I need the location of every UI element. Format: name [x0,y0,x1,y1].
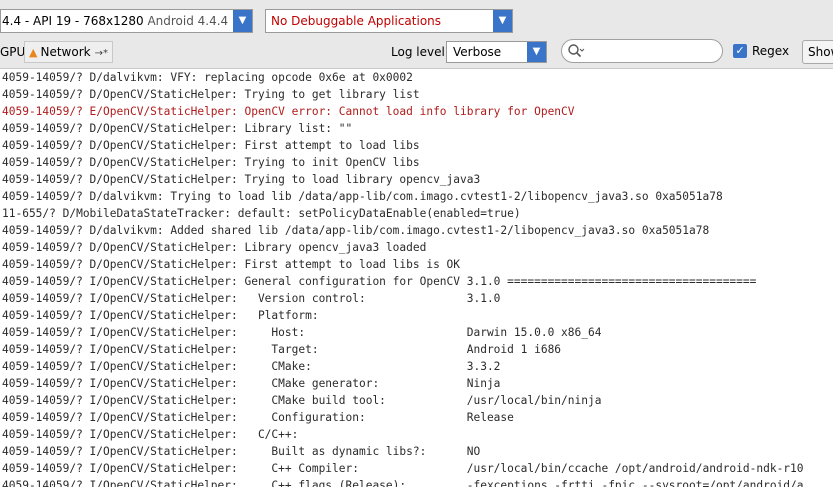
chevron-down-icon[interactable]: ▼ [233,10,252,32]
log-line: 4059-14059/? I/OpenCV/StaticHelper: Plat… [2,309,319,322]
search-icon [568,44,585,58]
network-icon: ▲ [29,46,38,59]
chevron-down-icon[interactable]: ▼ [493,10,512,32]
log-line: 4059-14059/? I/OpenCV/StaticHelper: Buil… [2,445,481,458]
log-line: 4059-14059/? I/OpenCV/StaticHelper: CMak… [2,394,602,407]
tab-network-label: Network [40,45,91,59]
log-line: 4059-14059/? D/dalvikvm: Added shared li… [2,224,710,237]
log-level-value: Verbose [453,45,502,59]
device-name: 4.4 - API 19 - 768x1280 [2,14,144,28]
tab-gpu[interactable]: GPU [0,42,25,62]
logcat-output[interactable]: 4059-14059/? D/dalvikvm: VFY: replacing … [0,69,833,487]
log-line: 4059-14059/? I/OpenCV/StaticHelper: Conf… [2,411,514,424]
search-input[interactable] [561,39,723,63]
regex-label: Regex [752,44,790,58]
log-line: 4059-14059/? D/OpenCV/StaticHelper: Libr… [2,122,353,135]
log-line: 4059-14059/? D/OpenCV/StaticHelper: Tryi… [2,156,420,169]
app-select[interactable]: No Debuggable Applications ▼ [265,9,513,33]
log-line: 4059-14059/? I/OpenCV/StaticHelper: Targ… [2,343,562,356]
log-line: 4059-14059/? D/OpenCV/StaticHelper: Firs… [2,258,461,271]
toolbar-row-filters: GPU ▲ Network →* Log level: Verbose ▼ ✓ Re… [0,38,833,68]
regex-checkbox[interactable]: ✓ [733,44,747,58]
log-level-select[interactable]: Verbose ▼ [446,41,547,63]
log-line: 4059-14059/? I/OpenCV/StaticHelper: Vers… [2,292,501,305]
log-line: 4059-14059/? I/OpenCV/StaticHelper: Host… [2,326,602,339]
log-line: 4059-14059/? E/OpenCV/StaticHelper: Open… [2,105,575,118]
log-line: 4059-14059/? I/OpenCV/StaticHelper: C/C+… [2,428,299,441]
logcat-toolbar: 4.4 - API 19 - 768x1280 Android 4.4.4 (A… [0,0,833,69]
app-select-value: No Debuggable Applications [271,14,442,28]
toolbar-row-devices: 4.4 - API 19 - 768x1280 Android 4.4.4 (A… [0,6,833,34]
pin-icon[interactable]: →* [95,48,108,59]
log-line: 4059-14059/? I/OpenCV/StaticHelper: CMak… [2,360,501,373]
tab-network[interactable]: ▲ Network →* [24,41,113,63]
log-line: 4059-14059/? D/OpenCV/StaticHelper: Libr… [2,241,427,254]
log-line: 4059-14059/? I/OpenCV/StaticHelper: C++ … [2,479,804,487]
device-select[interactable]: 4.4 - API 19 - 768x1280 Android 4.4.4 (A… [0,9,253,33]
log-line: 4059-14059/? D/OpenCV/StaticHelper: Firs… [2,139,420,152]
log-line: 4059-14059/? D/dalvikvm: VFY: replacing … [2,71,413,84]
log-line: 4059-14059/? D/OpenCV/StaticHelper: Tryi… [2,88,420,101]
log-line: 4059-14059/? I/OpenCV/StaticHelper: CMak… [2,377,501,390]
log-line: 4059-14059/? D/OpenCV/StaticHelper: Tryi… [2,173,481,186]
log-line: 4059-14059/? D/dalvikvm: Trying to load … [2,190,723,203]
chevron-down-icon[interactable]: ▼ [527,42,546,62]
log-line: 4059-14059/? I/OpenCV/StaticHelper: Gene… [2,275,757,288]
show-button[interactable]: Show [802,40,833,64]
log-line: 11-655/? D/MobileDataStateTracker: defau… [2,207,521,220]
log-level-label: Log level: [391,45,449,59]
log-line: 4059-14059/? I/OpenCV/StaticHelper: C++ … [2,462,804,475]
